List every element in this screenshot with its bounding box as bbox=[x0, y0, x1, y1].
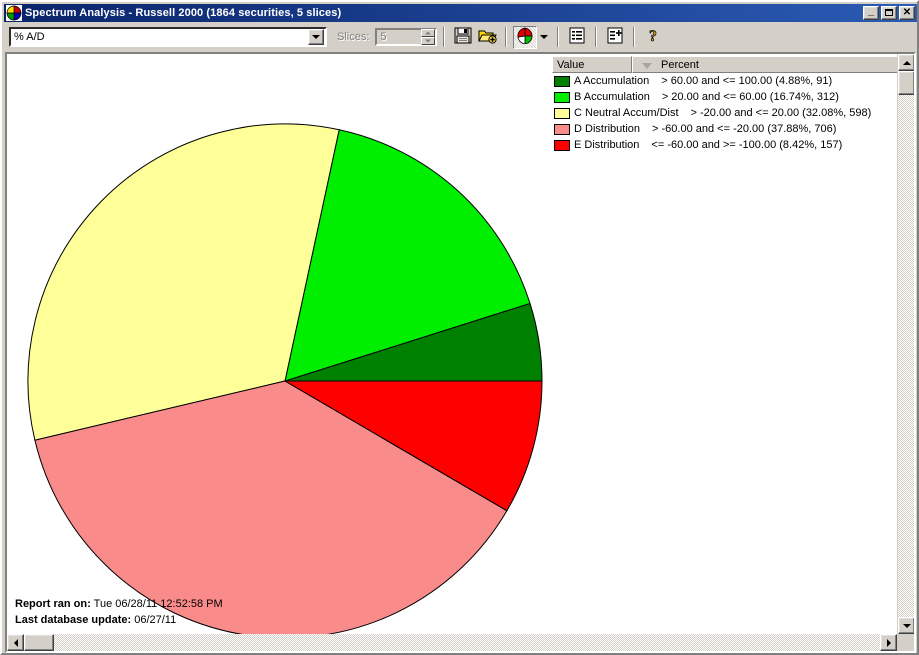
report-ran-on-value: Tue 06/28/11 12:52:58 PM bbox=[93, 598, 223, 610]
scroll-down-button[interactable] bbox=[898, 617, 914, 634]
legend-row[interactable]: C Neutral Accum/Dist > -20.00 and <= 20.0… bbox=[552, 105, 914, 121]
legend-color-swatch bbox=[554, 107, 570, 119]
slices-label: Slices: bbox=[337, 31, 370, 43]
legend-color-swatch bbox=[554, 123, 570, 135]
field-select-value: % A/D bbox=[14, 31, 45, 43]
maximize-button[interactable] bbox=[881, 6, 897, 20]
list-view-button[interactable] bbox=[565, 25, 590, 49]
minimize-button[interactable]: _ bbox=[863, 6, 879, 20]
slices-spin-buttons bbox=[421, 29, 436, 45]
legend-item-name: D Distribution bbox=[574, 123, 641, 135]
legend-item-range: <= -60.00 and >= -100.00 (8.42%, 157) bbox=[651, 139, 843, 151]
report-client-area: Value Percent A Accumulation > 60.00 and … bbox=[5, 52, 916, 653]
slices-decrement-button[interactable] bbox=[421, 37, 436, 45]
legend-color-swatch bbox=[554, 139, 570, 151]
field-select[interactable]: % A/D bbox=[9, 27, 327, 47]
title-bar: Spectrum Analysis - Russell 2000 (1864 s… bbox=[4, 4, 917, 22]
folder-add-icon bbox=[478, 27, 497, 47]
report-ran-on-label: Report ran on: bbox=[15, 598, 91, 610]
legend-item-range: > 20.00 and <= 60.00 (16.74%, 312) bbox=[661, 91, 839, 103]
help-button[interactable]: ? bbox=[641, 25, 666, 49]
save-button[interactable] bbox=[451, 25, 476, 49]
legend-header: Value Percent bbox=[552, 56, 914, 73]
pie-chart-icon bbox=[6, 5, 22, 21]
open-add-button[interactable] bbox=[475, 25, 500, 49]
legend-item-range: > -20.00 and <= 20.00 (32.08%, 598) bbox=[690, 107, 872, 119]
legend-item-name: B Accumulation bbox=[574, 91, 650, 103]
slices-value: 5 bbox=[380, 31, 387, 43]
toolbar-separator bbox=[633, 27, 636, 47]
slices-increment-button[interactable] bbox=[421, 29, 436, 37]
sort-descending-icon bbox=[642, 63, 652, 69]
minimize-icon: _ bbox=[867, 5, 875, 17]
legend-item-name: E Distribution bbox=[574, 139, 640, 151]
vertical-scrollbar[interactable] bbox=[897, 54, 914, 634]
window-title: Spectrum Analysis - Russell 2000 (1864 s… bbox=[25, 7, 342, 19]
scroll-left-button[interactable] bbox=[7, 634, 24, 651]
pie-chart-options-button[interactable] bbox=[537, 25, 552, 49]
question-mark-icon: ? bbox=[646, 27, 660, 47]
legend-color-swatch bbox=[554, 91, 570, 103]
legend-rows: A Accumulation > 60.00 and <= 100.00 (4.8… bbox=[552, 73, 914, 153]
horizontal-scroll-thumb[interactable] bbox=[24, 634, 54, 651]
report-ran-on-line: Report ran on: Tue 06/28/11 12:52:58 PM bbox=[15, 596, 615, 612]
toolbar-separator bbox=[557, 27, 560, 47]
last-update-label: Last database update: bbox=[15, 614, 132, 626]
legend-column-percent-label: Percent bbox=[661, 58, 699, 71]
legend-color-swatch bbox=[554, 75, 570, 87]
toolbar-separator bbox=[443, 27, 446, 47]
chevron-down-icon[interactable] bbox=[308, 29, 324, 45]
application-window: Spectrum Analysis - Russell 2000 (1864 s… bbox=[0, 0, 919, 655]
legend-row[interactable]: D Distribution > -60.00 and <= -20.00 (37… bbox=[552, 121, 914, 137]
legend-panel: Value Percent A Accumulation > 60.00 and … bbox=[552, 56, 914, 153]
legend-item-name: C Neutral Accum/Dist bbox=[574, 107, 679, 119]
close-button[interactable]: ✕ bbox=[899, 6, 915, 20]
floppy-disk-icon bbox=[454, 27, 472, 47]
maximize-icon bbox=[885, 9, 893, 16]
last-update-line: Last database update: 06/27/11 bbox=[15, 612, 615, 628]
legend-column-value[interactable]: Value bbox=[552, 56, 632, 73]
pie-chart-view-button[interactable] bbox=[513, 25, 538, 49]
pie-chart-svg[interactable] bbox=[7, 54, 552, 650]
legend-row[interactable]: E Distribution <= -60.00 and >= -100.00 (… bbox=[552, 137, 914, 153]
legend-row[interactable]: A Accumulation > 60.00 and <= 100.00 (4.8… bbox=[552, 73, 914, 89]
scroll-up-button[interactable] bbox=[898, 54, 914, 71]
slices-stepper[interactable]: 5 bbox=[375, 28, 438, 46]
last-update-value: 06/27/11 bbox=[134, 614, 177, 626]
svg-text:?: ? bbox=[649, 28, 657, 44]
detail-list-button[interactable] bbox=[603, 25, 628, 49]
list-add-icon bbox=[607, 27, 623, 47]
report-footer: Report ran on: Tue 06/28/11 12:52:58 PM … bbox=[15, 596, 615, 628]
legend-row[interactable]: B Accumulation > 20.00 and <= 60.00 (16.7… bbox=[552, 89, 914, 105]
close-icon: ✕ bbox=[902, 7, 912, 18]
vertical-scroll-thumb[interactable] bbox=[898, 71, 914, 95]
scroll-right-button[interactable] bbox=[880, 634, 897, 651]
legend-item-name: A Accumulation bbox=[574, 75, 650, 87]
legend-column-percent[interactable]: Percent bbox=[632, 56, 914, 73]
toolbar-separator bbox=[505, 27, 508, 47]
pie-chart-icon bbox=[516, 27, 534, 47]
horizontal-scrollbar[interactable] bbox=[7, 634, 897, 651]
chevron-down-icon bbox=[540, 31, 549, 43]
legend-item-range: > -60.00 and <= -20.00 (37.88%, 706) bbox=[652, 123, 837, 135]
window-controls: _ ✕ bbox=[863, 6, 915, 20]
scrollbar-corner bbox=[897, 634, 914, 651]
legend-item-range: > 60.00 and <= 100.00 (4.88%, 91) bbox=[661, 75, 833, 87]
list-icon bbox=[569, 27, 585, 47]
legend-column-value-label: Value bbox=[557, 58, 585, 71]
pie-chart bbox=[7, 54, 552, 650]
toolbar-separator bbox=[595, 27, 598, 47]
toolbar: % A/D Slices: 5 ? bbox=[4, 23, 917, 51]
